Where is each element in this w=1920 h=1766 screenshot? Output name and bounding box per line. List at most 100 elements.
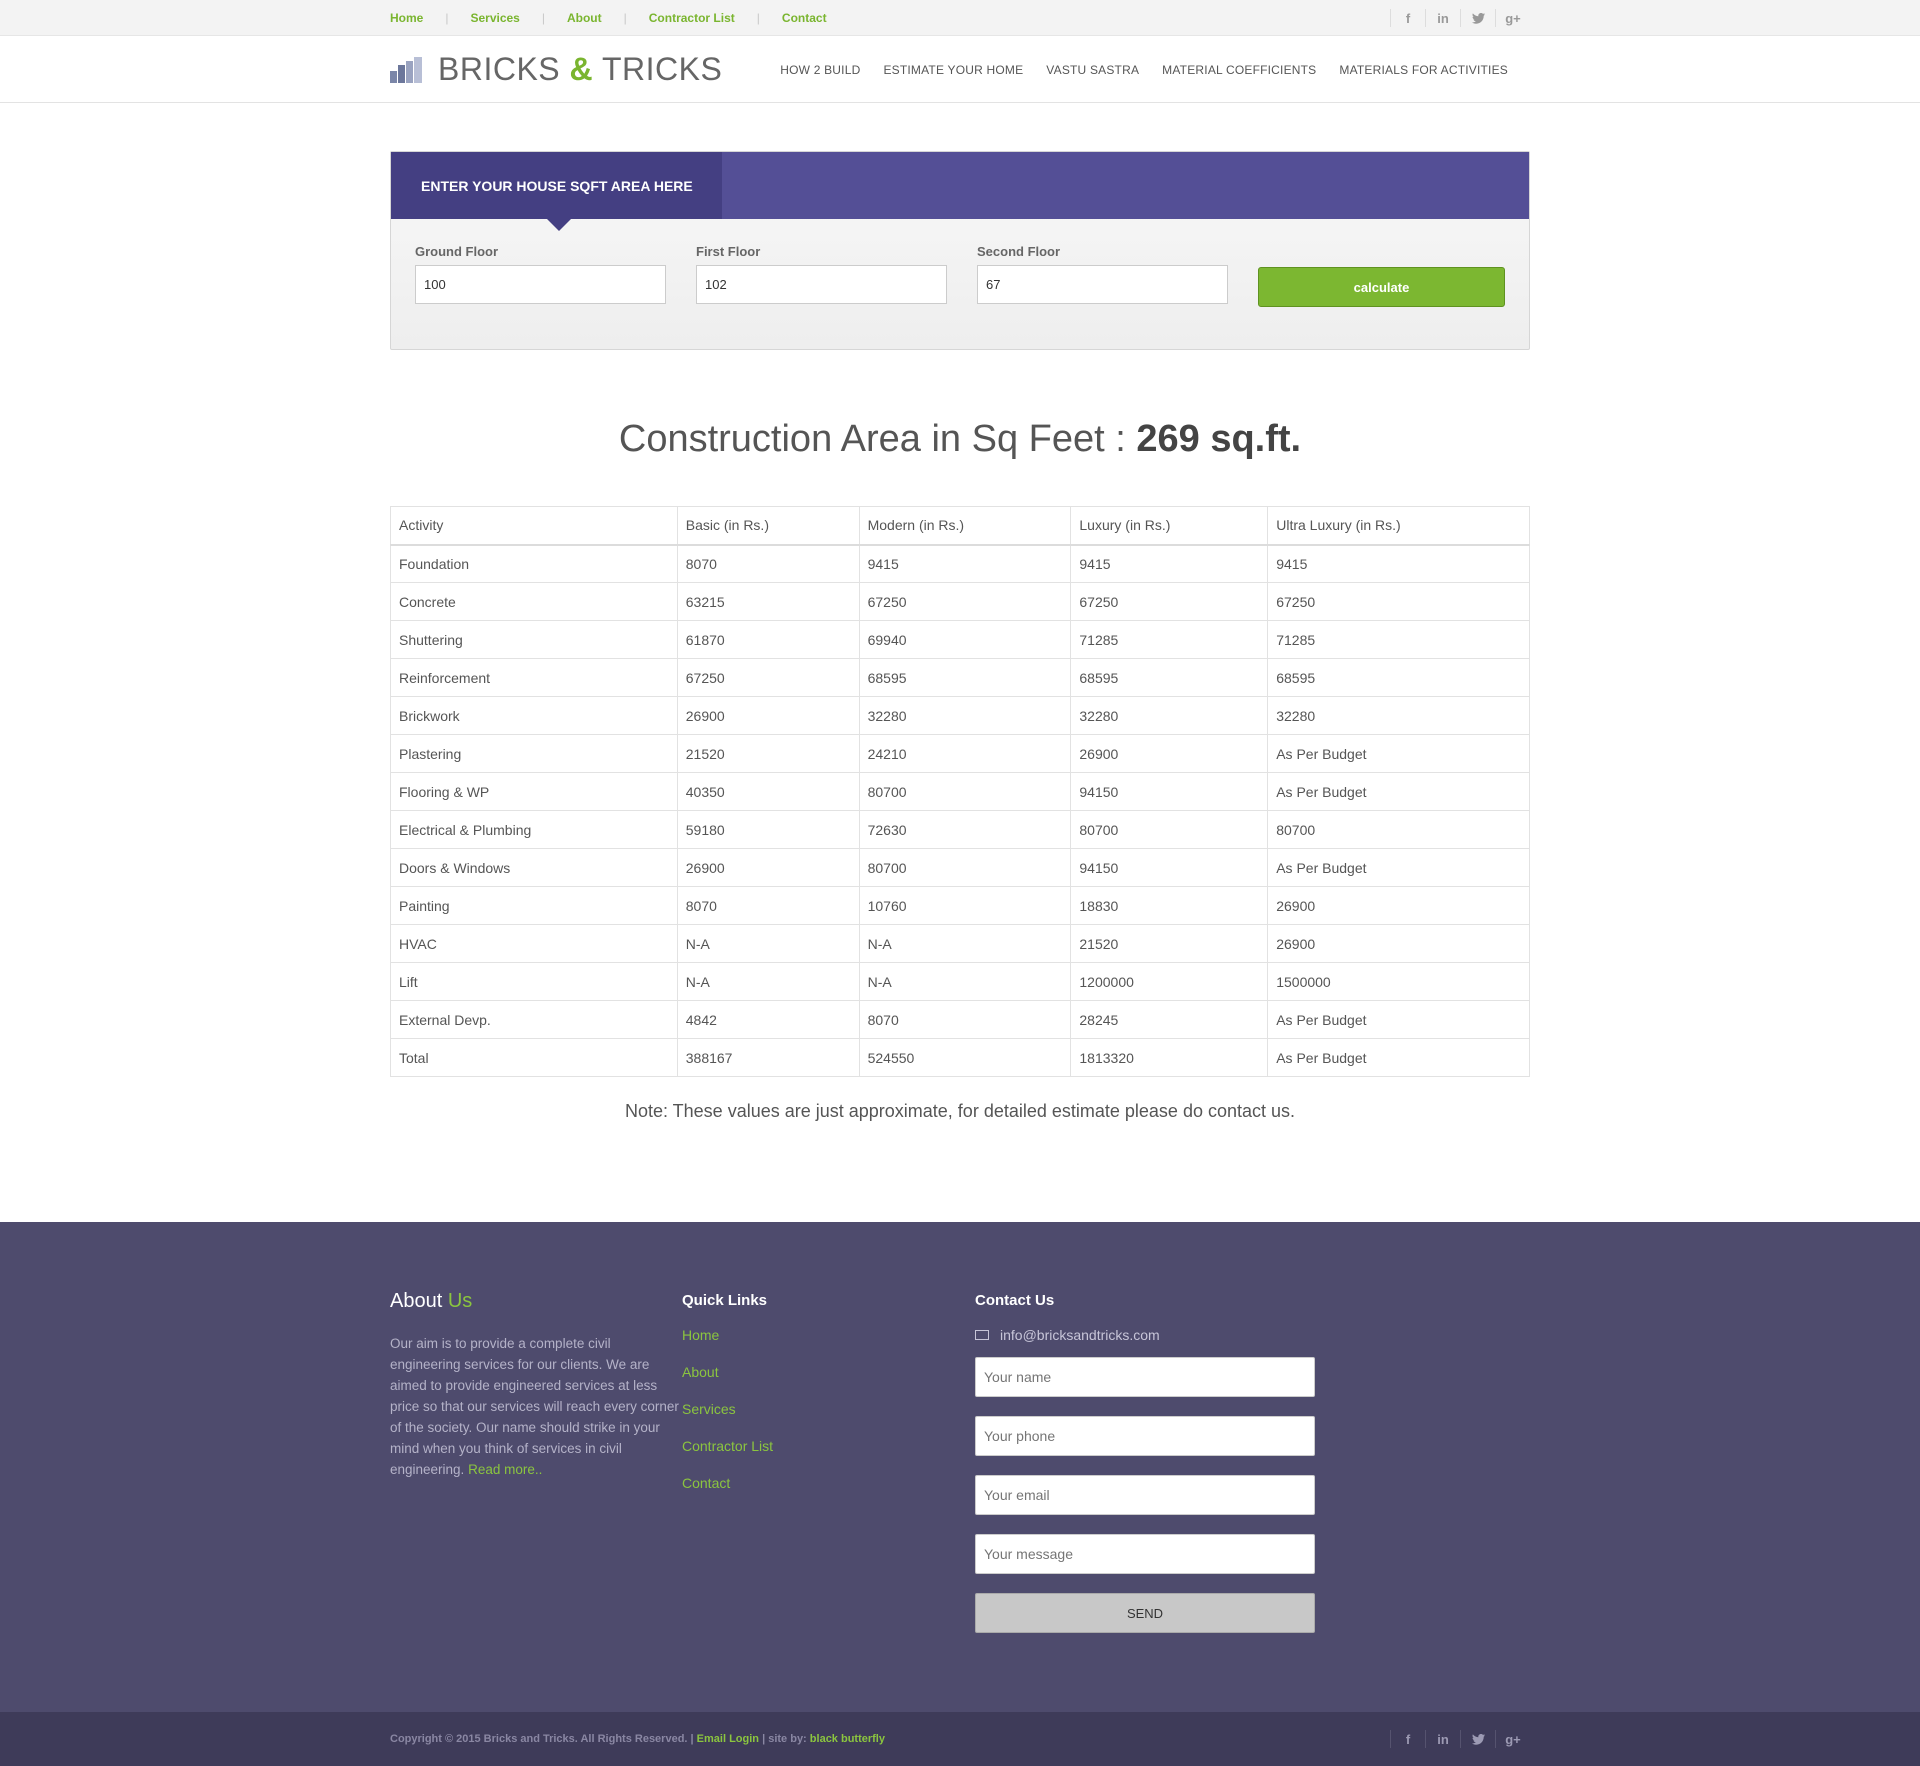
activity-cell: Brickwork bbox=[390, 696, 678, 735]
cost-cell: 9415 bbox=[1070, 544, 1269, 583]
separator: | bbox=[541, 11, 545, 25]
top-link-contractor-list[interactable]: Contractor List bbox=[649, 11, 735, 25]
calculator-form: Ground Floor First Floor Second Floor ca… bbox=[391, 219, 1529, 349]
table-row: HVAC N-A N-A 21520 26900 bbox=[390, 924, 1530, 963]
table-header-cell: Basic (in Rs.) bbox=[676, 506, 860, 546]
second-floor-input[interactable] bbox=[977, 265, 1228, 304]
google-plus-icon[interactable]: g+ bbox=[1495, 1730, 1530, 1748]
cost-cell: 32280 bbox=[858, 696, 1072, 735]
logo-text: BRICKS & TRICKS bbox=[438, 51, 723, 87]
contact-message-input[interactable] bbox=[975, 1534, 1315, 1574]
logo-icon bbox=[390, 56, 422, 83]
linkedin-icon[interactable]: in bbox=[1425, 9, 1460, 27]
top-link-home[interactable]: Home bbox=[390, 11, 423, 25]
table-row: Plastering 21520 24210 26900 As Per Budget bbox=[390, 734, 1530, 773]
top-links: Home | Services | About | Contractor Lis… bbox=[390, 11, 827, 25]
send-button[interactable]: SEND bbox=[975, 1593, 1315, 1633]
separator: | bbox=[445, 11, 449, 25]
table-row: Electrical & Plumbing 59180 72630 80700 8070… bbox=[390, 810, 1530, 849]
calculate-button[interactable]: calculate bbox=[1258, 267, 1505, 307]
activity-cell: Electrical & Plumbing bbox=[390, 810, 678, 849]
footer-link-services[interactable]: Services bbox=[682, 1401, 975, 1417]
footer-quick-links: Quick Links Home About Services Contract… bbox=[682, 1292, 975, 1633]
site-logo[interactable]: BRICKS & TRICKS bbox=[390, 51, 722, 88]
facebook-icon[interactable]: f bbox=[1390, 1730, 1425, 1748]
email-login-link[interactable]: Email Login bbox=[697, 1733, 759, 1745]
cost-cell: 8070 bbox=[858, 1000, 1072, 1039]
cost-cell: N-A bbox=[858, 924, 1072, 963]
cost-cell: 21520 bbox=[1070, 924, 1269, 963]
footer-link-about[interactable]: About bbox=[682, 1364, 975, 1380]
cost-cell: 8070 bbox=[676, 886, 860, 925]
disclaimer-note: Note: These values are just approximate,… bbox=[624, 1101, 1296, 1121]
second-floor-label: Second Floor bbox=[977, 244, 1061, 259]
cost-cell: 67250 bbox=[858, 582, 1072, 621]
cost-cell: 28245 bbox=[1070, 1000, 1269, 1039]
nav-vastu-sastra[interactable]: VASTU SASTRA bbox=[1046, 63, 1139, 77]
nav-materials-for-activities[interactable]: MATERIALS FOR ACTIVITIES bbox=[1339, 63, 1508, 77]
bottom-bar: Copyright © 2015 Bricks and Tricks. All … bbox=[0, 1712, 1920, 1766]
estimate-table-head: Activity Basic (in Rs.) Modern (in Rs.) Lux… bbox=[390, 506, 1530, 546]
contact-name-input[interactable] bbox=[975, 1357, 1315, 1397]
cost-cell: 26900 bbox=[676, 696, 860, 735]
first-floor-label: First Floor bbox=[696, 244, 761, 259]
read-more-link[interactable]: Read more.. bbox=[468, 1462, 542, 1477]
top-link-services[interactable]: Services bbox=[470, 11, 519, 25]
nav-estimate-your-home[interactable]: ESTIMATE YOUR HOME bbox=[883, 63, 1023, 77]
cost-cell: 67250 bbox=[1267, 582, 1530, 621]
site-by-link[interactable]: black butterfly bbox=[810, 1733, 885, 1745]
site-footer: About Us Our aim is to provide a complet… bbox=[0, 1222, 1920, 1712]
google-plus-icon[interactable]: g+ bbox=[1495, 9, 1530, 27]
quick-links-heading: Quick Links bbox=[682, 1292, 768, 1309]
ground-floor-input[interactable] bbox=[415, 265, 666, 304]
contact-email-text[interactable]: info@bricksandtricks.com bbox=[1000, 1327, 1160, 1343]
cost-cell: 24210 bbox=[858, 734, 1072, 773]
footer-link-home[interactable]: Home bbox=[682, 1327, 975, 1343]
cost-cell: 59180 bbox=[676, 810, 860, 849]
copyright: Copyright © 2015 Bricks and Tricks. All … bbox=[390, 1733, 885, 1745]
top-link-about[interactable]: About bbox=[567, 11, 602, 25]
cost-cell: 32280 bbox=[1267, 696, 1530, 735]
footer-link-contact[interactable]: Contact bbox=[682, 1475, 975, 1491]
sqft-calculator: ENTER YOUR HOUSE SQFT AREA HERE Ground F… bbox=[390, 151, 1530, 350]
table-row: Reinforcement 67250 68595 68595 68595 bbox=[390, 658, 1530, 697]
envelope-icon bbox=[975, 1330, 989, 1340]
social-links: f in g+ bbox=[1390, 9, 1530, 27]
twitter-icon[interactable] bbox=[1460, 1730, 1495, 1748]
cost-cell: As Per Budget bbox=[1267, 848, 1530, 887]
cost-cell: 26900 bbox=[1267, 886, 1530, 925]
top-link-contact[interactable]: Contact bbox=[782, 11, 827, 25]
cost-cell: As Per Budget bbox=[1267, 734, 1530, 773]
table-row: Brickwork 26900 32280 32280 32280 bbox=[390, 696, 1530, 735]
contact-phone-input[interactable] bbox=[975, 1416, 1315, 1456]
table-row: Concrete 63215 67250 67250 67250 bbox=[390, 582, 1530, 621]
footer-link-contractor-list[interactable]: Contractor List bbox=[682, 1438, 975, 1454]
cost-cell: 80700 bbox=[858, 772, 1072, 811]
about-text: Our aim is to provide a complete civil e… bbox=[390, 1336, 679, 1477]
contact-heading: Contact Us bbox=[975, 1292, 1055, 1309]
calculator-title: ENTER YOUR HOUSE SQFT AREA HERE bbox=[391, 152, 722, 231]
contact-email: info@bricksandtricks.com bbox=[975, 1327, 1315, 1343]
table-row: External Devp. 4842 8070 28245 As Per Budget bbox=[390, 1000, 1530, 1039]
facebook-icon[interactable]: f bbox=[1390, 9, 1425, 27]
first-floor-input[interactable] bbox=[696, 265, 947, 304]
cost-cell: 67250 bbox=[676, 658, 860, 697]
table-row: Flooring & WP 40350 80700 94150 As Per Budge… bbox=[390, 772, 1530, 811]
activity-cell: Painting bbox=[390, 886, 678, 925]
table-row: Painting 8070 10760 18830 26900 bbox=[390, 886, 1530, 925]
main-nav: HOW 2 BUILD ESTIMATE YOUR HOME VASTU SAS… bbox=[757, 63, 1508, 77]
cost-cell: As Per Budget bbox=[1267, 1038, 1530, 1077]
cost-cell: 40350 bbox=[676, 772, 860, 811]
cost-cell: 18830 bbox=[1070, 886, 1269, 925]
cost-cell: 9415 bbox=[1267, 544, 1530, 583]
cost-cell: 71285 bbox=[1267, 620, 1530, 659]
twitter-icon[interactable] bbox=[1460, 9, 1495, 27]
construction-area-label: Construction Area in Sq Feet : bbox=[618, 418, 1126, 460]
nav-how-2-build[interactable]: HOW 2 BUILD bbox=[780, 63, 860, 77]
contact-email-input[interactable] bbox=[975, 1475, 1315, 1515]
cost-cell: 68595 bbox=[858, 658, 1072, 697]
nav-material-coefficients[interactable]: MATERIAL COEFFICIENTS bbox=[1162, 63, 1316, 77]
activity-cell: Doors & Windows bbox=[390, 848, 678, 887]
activity-cell: Reinforcement bbox=[390, 658, 678, 697]
linkedin-icon[interactable]: in bbox=[1425, 1730, 1460, 1748]
